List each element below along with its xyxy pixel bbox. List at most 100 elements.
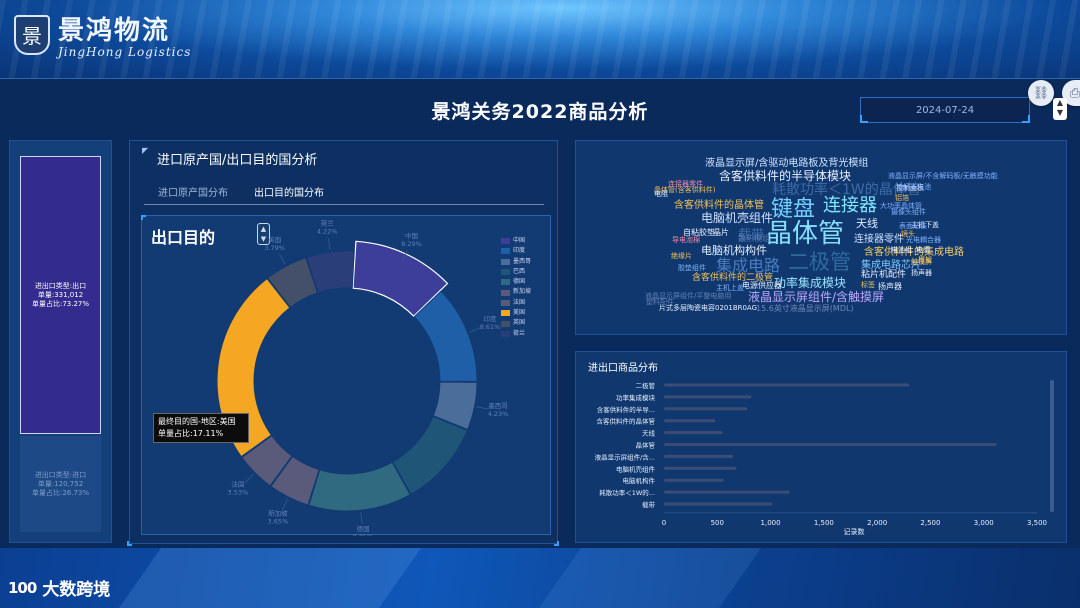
word-cloud-term[interactable]: 液晶显示屏组件/含触摸屏	[748, 291, 884, 303]
app-window: 景 景鸿物流 JingHong Logistics 景鸿关务2022商品分析 2…	[0, 0, 1080, 608]
legend-item[interactable]: 法国	[501, 298, 531, 308]
bar-7[interactable]	[664, 466, 737, 470]
word-cloud-term[interactable]: 连接器零件	[668, 181, 703, 188]
legend-label: 中国	[513, 237, 526, 244]
word-cloud-term[interactable]: 连接器零件	[854, 235, 904, 245]
link-icon[interactable]: ⛓	[1028, 80, 1054, 106]
bar-10[interactable]	[664, 502, 773, 506]
export-bar[interactable]: 进出口类型:出口 单量:331,012 单量占比:73.27%	[20, 156, 101, 434]
legend-item[interactable]: 新加坡	[501, 287, 531, 297]
bar-3[interactable]	[664, 419, 716, 423]
bar-2[interactable]	[664, 407, 748, 411]
word-cloud-term[interactable]: 铝箔	[895, 195, 909, 202]
word-cloud-term[interactable]: 大功率晶体管	[880, 203, 922, 210]
chart-tooltip: 最终目的国-地区:美国 单量占比:17.11%	[153, 413, 249, 443]
bar-0[interactable]	[664, 383, 910, 387]
word-cloud-term[interactable]: 框架	[918, 257, 932, 264]
word-cloud-term[interactable]: 标签	[861, 282, 875, 289]
word-cloud-term[interactable]: 晶体管	[766, 221, 844, 247]
bar-9[interactable]	[664, 490, 790, 494]
word-cloud-term[interactable]: 胶垫组件	[678, 265, 706, 272]
word-cloud-term[interactable]: 电感	[916, 247, 930, 254]
footer-banner: 100 大数跨境	[0, 548, 1080, 608]
donut-slice-4[interactable]	[308, 461, 411, 512]
bar-6[interactable]	[664, 454, 734, 458]
legend-swatch	[501, 289, 510, 296]
product-word-cloud: 液晶显示屏/含驱动电路板及背光模组 含客供料件的半导体模块 耗散功率＜1W的晶体管含…	[575, 140, 1067, 335]
tab-import-origin[interactable]: 进口原产国分布	[158, 184, 228, 199]
word-cloud-term[interactable]: 键盘	[771, 199, 815, 221]
word-cloud-term[interactable]: 扬声器	[911, 270, 932, 277]
bar-5[interactable]	[664, 443, 997, 446]
word-cloud-term[interactable]: 笔记本电池	[896, 184, 931, 191]
donut-percent-label: 3.65%	[268, 518, 289, 526]
legend-item[interactable]: 英国	[501, 318, 531, 328]
bar-4[interactable]	[664, 431, 723, 435]
word-cloud-term[interactable]: 电阻	[654, 191, 668, 198]
donut-category-label: 德国	[357, 524, 370, 533]
word-cloud-term[interactable]: 功率集成模块	[774, 277, 846, 289]
word-cloud-term[interactable]: 液晶显示屏/不含解码板/无触摸功能	[888, 173, 998, 180]
bar-category-label: 晶体管	[636, 441, 656, 450]
word-cloud-term[interactable]: 光电耦合器	[906, 237, 941, 244]
import-bar[interactable]: 进出口类型:进口 单量:120,752 单量占比:26.73%	[20, 436, 101, 532]
word-cloud-term[interactable]: 粘片机配件	[861, 271, 906, 280]
x-tick-label: 1,000	[761, 519, 781, 527]
word-cloud-term[interactable]: 扬声器	[878, 283, 902, 291]
legend-item[interactable]: 中国	[501, 236, 531, 246]
footer-logo-mark: 100	[8, 578, 37, 597]
donut-percent-label: 3.79%	[264, 244, 285, 252]
legend-item[interactable]: 荷兰	[501, 329, 531, 339]
word-cloud-term[interactable]: 含客供料件的晶体管	[674, 201, 764, 211]
legend-swatch	[501, 330, 510, 337]
bar-1[interactable]	[664, 395, 752, 399]
legend-item[interactable]: 美国	[501, 308, 531, 318]
bar-category-label: 功率集成模块	[616, 393, 656, 402]
donut-leader-line	[244, 473, 254, 483]
company-logo: 景 景鸿物流 JingHong Logistics	[14, 10, 191, 59]
vertical-scrollbar[interactable]	[1050, 380, 1054, 512]
x-tick-label: 2,500	[920, 519, 940, 527]
word-cloud-term[interactable]: 绝缘片	[671, 253, 692, 260]
legend-label: 美国	[513, 309, 526, 317]
word-cloud-term[interactable]: 塑料配件	[646, 299, 674, 306]
legend-label: 新加坡	[513, 288, 532, 296]
word-cloud-term[interactable]: 连接器	[823, 197, 877, 215]
panel-marker-icon: ◤	[142, 146, 149, 155]
bar-8[interactable]	[664, 478, 724, 482]
legend-label: 英国	[513, 319, 526, 327]
word-cloud-term[interactable]: 含客供料件的集成电路	[864, 248, 964, 258]
word-cloud-term[interactable]: 摄像头组件	[891, 209, 926, 216]
tab-bar: 进口原产国分布 出口目的国分布	[144, 179, 544, 205]
word-cloud-term[interactable]: 液晶显示屏/含驱动电路板及背光模组	[705, 159, 868, 169]
x-tick-label: 1,500	[814, 519, 834, 527]
word-cloud-term[interactable]: 含客供料件的半导体模块	[719, 170, 851, 182]
legend-item[interactable]: 巴西	[501, 267, 531, 277]
word-cloud-term[interactable]: 二极管	[788, 252, 851, 273]
word-cloud-term[interactable]: 表面贴装	[899, 223, 927, 230]
word-cloud-term[interactable]: 电脑机壳组件	[701, 212, 773, 224]
word-cloud-term[interactable]: 导电泡棉	[672, 237, 700, 244]
date-filter[interactable]: 2024-07-24	[860, 97, 1030, 123]
donut-leader-line	[279, 253, 286, 265]
word-cloud-term[interactable]: 电脑机构构件	[701, 245, 767, 256]
word-cloud-term[interactable]: 电池组	[891, 247, 912, 254]
word-cloud-term[interactable]: 主机上盖	[716, 285, 744, 292]
word-cloud-term[interactable]: 电源供应器	[742, 282, 782, 290]
word-cloud-term[interactable]: 天线	[856, 218, 878, 229]
word-cloud-term[interactable]: 散热模组	[738, 235, 770, 243]
tab-export-destination[interactable]: 出口目的国分布	[254, 184, 324, 199]
import-export-ratio-panel: 进出口类型:出口 单量:331,012 单量占比:73.27% 进出口类型:进口…	[9, 140, 112, 543]
export-label: 进出口类型:出口	[34, 281, 87, 290]
legend-item[interactable]: 印度	[501, 246, 531, 256]
donut-slice-3[interactable]	[392, 415, 468, 495]
export-ratio: 单量占比:73.27%	[31, 299, 90, 308]
word-cloud-term[interactable]: 集成电路	[716, 258, 780, 274]
panel-title: 进口原产国/出口目的国分析	[157, 153, 318, 168]
word-cloud-term[interactable]: 15.6英寸液晶显示屏(MDL)	[756, 305, 854, 313]
date-stepper[interactable]: ▲ ▼	[1053, 98, 1067, 120]
legend-item[interactable]: 墨西哥	[501, 257, 531, 267]
word-cloud-term[interactable]: 晶片	[713, 229, 729, 237]
legend-item[interactable]: 德国	[501, 277, 531, 287]
word-cloud-term[interactable]: 片式多层陶瓷电容0201BR0AG	[659, 305, 757, 312]
